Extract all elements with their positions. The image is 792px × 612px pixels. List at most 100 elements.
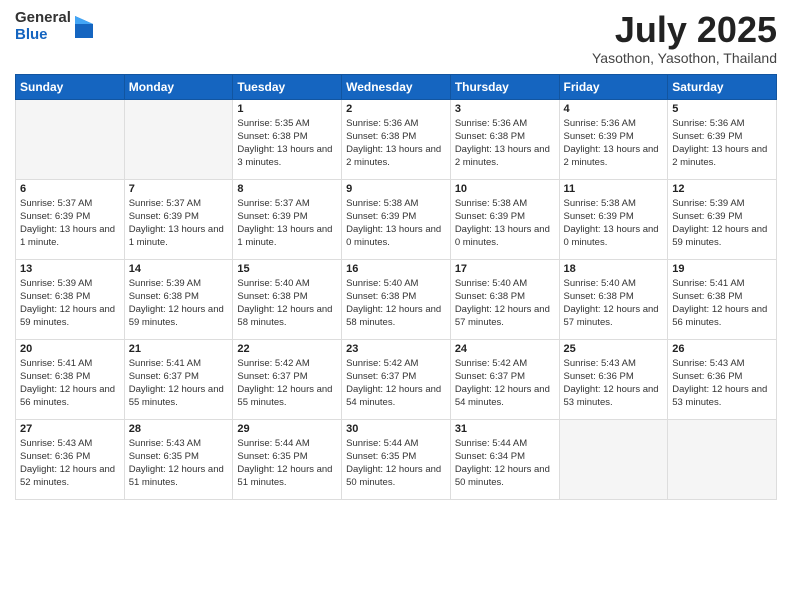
day-cell: 22 Sunrise: 5:42 AM Sunset: 6:37 PM Dayli… <box>233 339 342 419</box>
header: General Blue July 2025 Yasothon, Yasotho… <box>15 10 777 66</box>
day-cell: 2 Sunrise: 5:36 AM Sunset: 6:38 PM Daylig… <box>342 99 451 179</box>
logo-general: General <box>15 10 71 27</box>
day-info: Sunrise: 5:41 AM Sunset: 6:37 PM Dayligh… <box>129 357 229 410</box>
day-cell: 20Sunrise: 5:41 AM Sunset: 6:38 PM Dayli… <box>16 339 125 419</box>
day-info: Sunrise: 5:37 AM Sunset: 6:39 PM Dayligh… <box>237 197 337 250</box>
day-cell: 15 Sunrise: 5:40 AM Sunset: 6:38 PM Dayli… <box>233 259 342 339</box>
day-info: Sunrise: 5:44 AM Sunset: 6:35 PM Dayligh… <box>346 437 446 490</box>
col-tuesday: Tuesday <box>233 74 342 99</box>
day-info: Sunrise: 5:38 AM Sunset: 6:39 PM Dayligh… <box>455 197 555 250</box>
day-cell: 12 Sunrise: 5:39 AM Sunset: 6:39 PM Dayli… <box>668 179 777 259</box>
day-cell <box>124 99 233 179</box>
day-number: 2 <box>346 103 446 115</box>
day-number: 16 <box>346 263 446 275</box>
day-info: Sunrise: 5:36 AM Sunset: 6:38 PM Dayligh… <box>455 117 555 170</box>
day-number: 29 <box>237 423 337 435</box>
day-number: 13 <box>20 263 120 275</box>
day-cell <box>559 419 668 499</box>
day-number: 9 <box>346 183 446 195</box>
day-info: Sunrise: 5:38 AM Sunset: 6:39 PM Dayligh… <box>564 197 664 250</box>
day-cell: 10Sunrise: 5:38 AM Sunset: 6:39 PM Dayli… <box>450 179 559 259</box>
day-info: Sunrise: 5:40 AM Sunset: 6:38 PM Dayligh… <box>237 277 337 330</box>
logo-text: General Blue <box>15 10 71 43</box>
day-cell: 6 Sunrise: 5:37 AM Sunset: 6:39 PM Daylig… <box>16 179 125 259</box>
day-cell: 17 Sunrise: 5:40 AM Sunset: 6:38 PM Dayli… <box>450 259 559 339</box>
logo-icon <box>75 16 93 38</box>
day-info: Sunrise: 5:38 AM Sunset: 6:39 PM Dayligh… <box>346 197 446 250</box>
day-info: Sunrise: 5:43 AM Sunset: 6:35 PM Dayligh… <box>129 437 229 490</box>
calendar-table: Sunday Monday Tuesday Wednesday Thursday… <box>15 74 777 500</box>
day-cell: 5 Sunrise: 5:36 AM Sunset: 6:39 PM Daylig… <box>668 99 777 179</box>
day-cell: 30 Sunrise: 5:44 AM Sunset: 6:35 PM Dayli… <box>342 419 451 499</box>
day-info: Sunrise: 5:44 AM Sunset: 6:34 PM Dayligh… <box>455 437 555 490</box>
day-cell: 28Sunrise: 5:43 AM Sunset: 6:35 PM Dayli… <box>124 419 233 499</box>
day-info: Sunrise: 5:43 AM Sunset: 6:36 PM Dayligh… <box>20 437 120 490</box>
day-cell: 29 Sunrise: 5:44 AM Sunset: 6:35 PM Dayli… <box>233 419 342 499</box>
day-cell: 27 Sunrise: 5:43 AM Sunset: 6:36 PM Dayli… <box>16 419 125 499</box>
calendar-body: 1Sunrise: 5:35 AM Sunset: 6:38 PM Daylig… <box>16 99 777 499</box>
day-info: Sunrise: 5:42 AM Sunset: 6:37 PM Dayligh… <box>346 357 446 410</box>
day-info: Sunrise: 5:42 AM Sunset: 6:37 PM Dayligh… <box>455 357 555 410</box>
calendar-header: Sunday Monday Tuesday Wednesday Thursday… <box>16 74 777 99</box>
day-number: 27 <box>20 423 120 435</box>
day-cell <box>16 99 125 179</box>
col-wednesday: Wednesday <box>342 74 451 99</box>
day-number: 8 <box>237 183 337 195</box>
day-cell: 26Sunrise: 5:43 AM Sunset: 6:36 PM Dayli… <box>668 339 777 419</box>
day-info: Sunrise: 5:39 AM Sunset: 6:39 PM Dayligh… <box>672 197 772 250</box>
logo: General Blue <box>15 10 93 43</box>
day-number: 30 <box>346 423 446 435</box>
day-number: 24 <box>455 343 555 355</box>
day-cell: 7 Sunrise: 5:37 AM Sunset: 6:39 PM Daylig… <box>124 179 233 259</box>
day-cell: 25 Sunrise: 5:43 AM Sunset: 6:36 PM Dayli… <box>559 339 668 419</box>
day-number: 5 <box>672 103 772 115</box>
day-info: Sunrise: 5:39 AM Sunset: 6:38 PM Dayligh… <box>129 277 229 330</box>
day-cell: 16Sunrise: 5:40 AM Sunset: 6:38 PM Dayli… <box>342 259 451 339</box>
day-info: Sunrise: 5:36 AM Sunset: 6:39 PM Dayligh… <box>564 117 664 170</box>
day-info: Sunrise: 5:44 AM Sunset: 6:35 PM Dayligh… <box>237 437 337 490</box>
logo-blue: Blue <box>15 27 71 44</box>
day-cell: 19 Sunrise: 5:41 AM Sunset: 6:38 PM Dayli… <box>668 259 777 339</box>
day-info: Sunrise: 5:37 AM Sunset: 6:39 PM Dayligh… <box>20 197 120 250</box>
day-number: 19 <box>672 263 772 275</box>
day-number: 3 <box>455 103 555 115</box>
day-info: Sunrise: 5:40 AM Sunset: 6:38 PM Dayligh… <box>564 277 664 330</box>
day-info: Sunrise: 5:42 AM Sunset: 6:37 PM Dayligh… <box>237 357 337 410</box>
day-cell: 14Sunrise: 5:39 AM Sunset: 6:38 PM Dayli… <box>124 259 233 339</box>
day-cell: 21 Sunrise: 5:41 AM Sunset: 6:37 PM Dayli… <box>124 339 233 419</box>
day-number: 21 <box>129 343 229 355</box>
day-info: Sunrise: 5:36 AM Sunset: 6:39 PM Dayligh… <box>672 117 772 170</box>
day-info: Sunrise: 5:43 AM Sunset: 6:36 PM Dayligh… <box>672 357 772 410</box>
week-row-3: 13 Sunrise: 5:39 AM Sunset: 6:38 PM Dayli… <box>16 259 777 339</box>
day-number: 12 <box>672 183 772 195</box>
col-sunday: Sunday <box>16 74 125 99</box>
day-number: 7 <box>129 183 229 195</box>
col-thursday: Thursday <box>450 74 559 99</box>
day-info: Sunrise: 5:41 AM Sunset: 6:38 PM Dayligh… <box>672 277 772 330</box>
day-info: Sunrise: 5:40 AM Sunset: 6:38 PM Dayligh… <box>455 277 555 330</box>
page: General Blue July 2025 Yasothon, Yasotho… <box>0 0 792 612</box>
week-row-2: 6 Sunrise: 5:37 AM Sunset: 6:39 PM Daylig… <box>16 179 777 259</box>
week-row-5: 27 Sunrise: 5:43 AM Sunset: 6:36 PM Dayli… <box>16 419 777 499</box>
day-cell: 24 Sunrise: 5:42 AM Sunset: 6:37 PM Dayli… <box>450 339 559 419</box>
day-number: 15 <box>237 263 337 275</box>
week-row-4: 20Sunrise: 5:41 AM Sunset: 6:38 PM Dayli… <box>16 339 777 419</box>
day-number: 11 <box>564 183 664 195</box>
day-info: Sunrise: 5:37 AM Sunset: 6:39 PM Dayligh… <box>129 197 229 250</box>
day-number: 18 <box>564 263 664 275</box>
day-cell: 18 Sunrise: 5:40 AM Sunset: 6:38 PM Dayli… <box>559 259 668 339</box>
day-number: 25 <box>564 343 664 355</box>
day-info: Sunrise: 5:36 AM Sunset: 6:38 PM Dayligh… <box>346 117 446 170</box>
title-block: July 2025 Yasothon, Yasothon, Thailand <box>592 10 777 66</box>
day-number: 17 <box>455 263 555 275</box>
col-monday: Monday <box>124 74 233 99</box>
day-number: 22 <box>237 343 337 355</box>
day-cell: 13Sunrise: 5:39 AM Sunset: 6:38 PM Dayli… <box>16 259 125 339</box>
header-row: Sunday Monday Tuesday Wednesday Thursday… <box>16 74 777 99</box>
day-cell: 23Sunrise: 5:42 AM Sunset: 6:37 PM Dayli… <box>342 339 451 419</box>
main-title: July 2025 <box>592 10 777 50</box>
day-number: 6 <box>20 183 120 195</box>
week-row-1: 1Sunrise: 5:35 AM Sunset: 6:38 PM Daylig… <box>16 99 777 179</box>
day-number: 31 <box>455 423 555 435</box>
day-info: Sunrise: 5:43 AM Sunset: 6:36 PM Dayligh… <box>564 357 664 410</box>
